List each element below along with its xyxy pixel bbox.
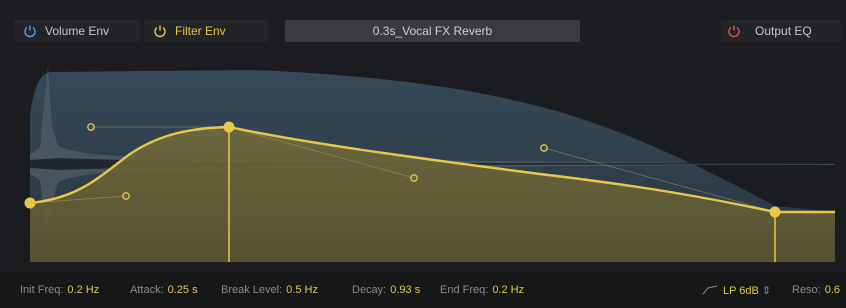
end-freq-node[interactable] [769, 206, 781, 218]
power-icon[interactable] [23, 24, 37, 38]
power-icon[interactable] [153, 24, 167, 38]
break-level-param[interactable]: Break Level: 0.5 Hz [221, 284, 318, 296]
lowpass-icon [702, 285, 718, 295]
end-freq-value[interactable]: 0.2 Hz [492, 284, 524, 296]
init-freq-param[interactable]: Init Freq: 0.2 Hz [20, 284, 99, 296]
attack-param[interactable]: Attack: 0.25 s [130, 284, 198, 296]
output-eq-label: Output EQ [755, 24, 812, 38]
init-freq-node[interactable] [24, 197, 36, 209]
power-icon[interactable] [727, 24, 741, 38]
envelope-display[interactable] [0, 46, 846, 272]
chevron-updown-icon: ⇕ [761, 285, 772, 297]
volume-env-label: Volume Env [45, 24, 110, 38]
attack-node[interactable] [223, 121, 235, 133]
filter-type-select[interactable]: LP 6dB ⇕ [723, 284, 771, 297]
decay-value[interactable]: 0.93 s [390, 284, 420, 296]
output-eq-button[interactable]: Output EQ [721, 20, 841, 42]
volume-env-button[interactable]: Volume Env [14, 20, 140, 42]
init-freq-label: Init Freq: [20, 284, 64, 296]
decay-label: Decay: [352, 284, 387, 296]
filter-env-button[interactable]: Filter Env [144, 20, 268, 42]
init-freq-value[interactable]: 0.2 Hz [67, 284, 99, 296]
filter-type-value: LP 6dB [723, 285, 759, 297]
reso-value[interactable]: 0.6 [825, 284, 840, 296]
parameter-bar: Init Freq: 0.2 Hz Attack: 0.25 s Break Lev… [0, 272, 846, 308]
reso-label: Reso: [792, 284, 821, 296]
filter-env-label: Filter Env [175, 24, 226, 38]
end-freq-param[interactable]: End Freq: 0.2 Hz [440, 284, 524, 296]
header-bar: Volume Env Filter Env 0.3s_Vocal FX Reve… [0, 0, 846, 46]
end-freq-label: End Freq: [440, 284, 489, 296]
break-level-label: Break Level: [221, 284, 283, 296]
attack-label: Attack: [130, 284, 164, 296]
break-level-value[interactable]: 0.5 Hz [286, 284, 318, 296]
decay-param[interactable]: Decay: 0.93 s [352, 284, 420, 296]
preset-name-field[interactable]: 0.3s_Vocal FX Reverb [285, 20, 580, 42]
preset-name-label: 0.3s_Vocal FX Reverb [372, 24, 493, 38]
attack-value[interactable]: 0.25 s [168, 284, 198, 296]
reso-param[interactable]: Reso: 0.6 [792, 284, 840, 296]
envelope-graph[interactable] [0, 46, 846, 272]
